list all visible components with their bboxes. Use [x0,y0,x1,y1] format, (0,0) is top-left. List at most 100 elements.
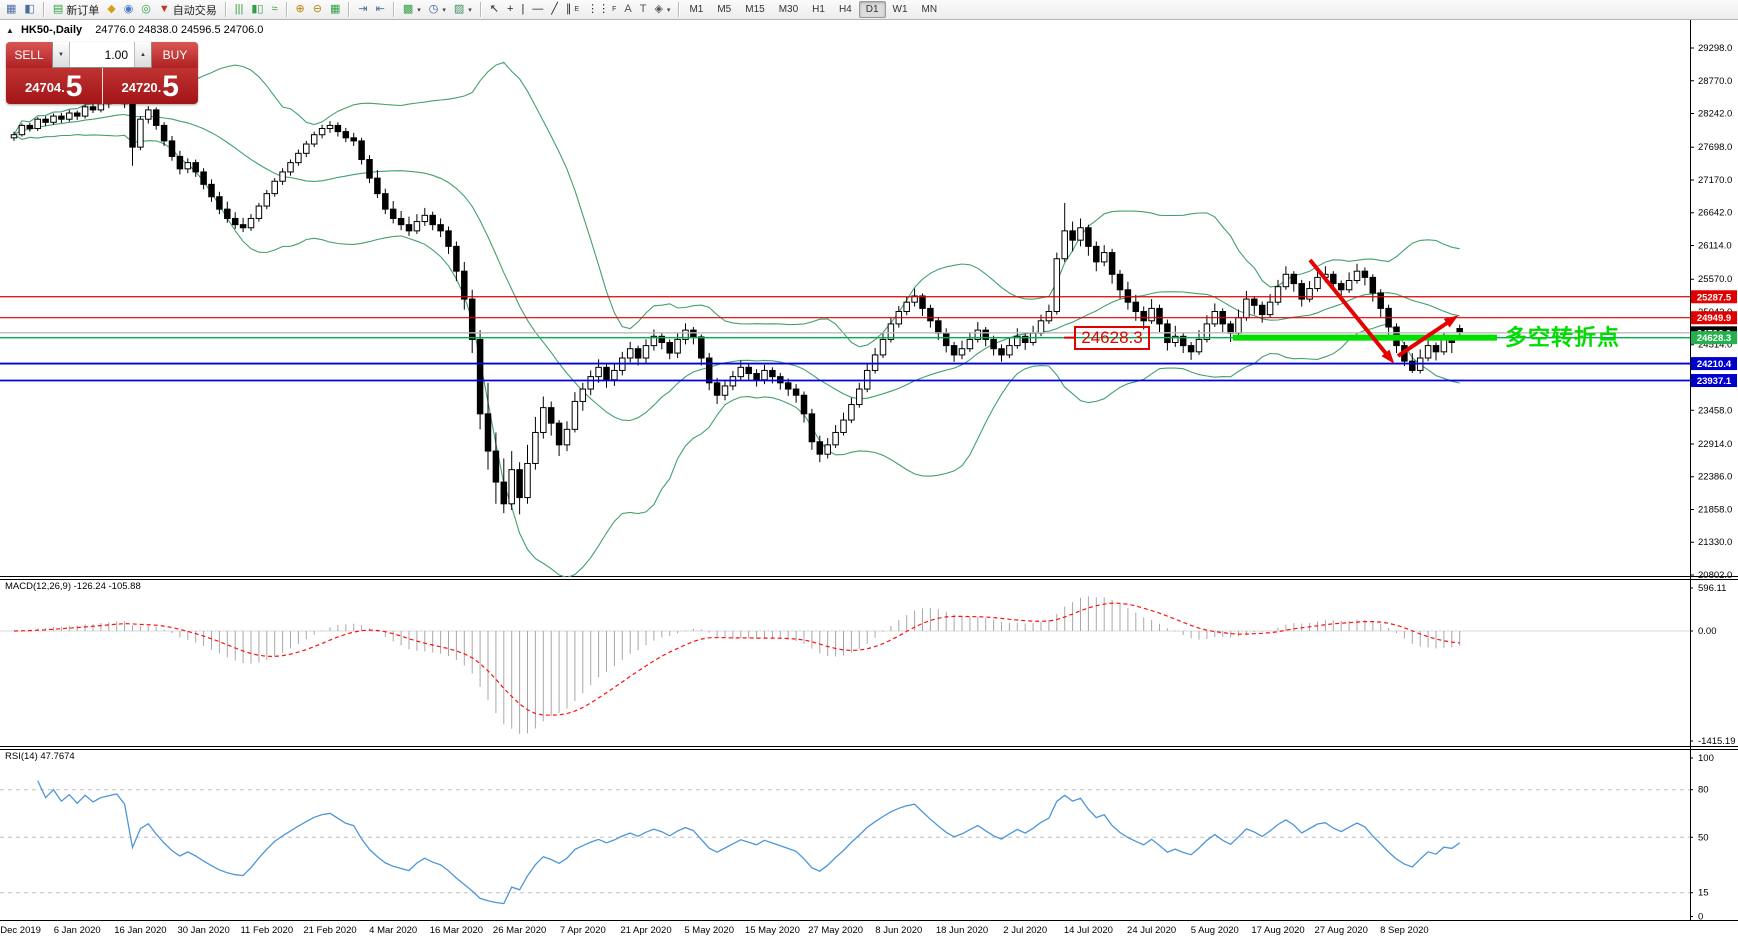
zoom-in-icon[interactable]: ⊕ [292,1,309,18]
date-tick-label: 6 Jan 2020 [54,925,101,936]
candle-body [359,141,365,160]
buy-price-pips: 5 [162,73,179,101]
timeframe-d1-button[interactable]: D1 [859,1,886,18]
candle-body [1362,271,1368,277]
timeframe-w1-button[interactable]: W1 [886,1,915,18]
crosshair-tool-icon: + [507,4,513,15]
candle-body [1086,228,1092,247]
timeframe-m30-button[interactable]: M30 [772,1,805,18]
trendline-tool-icon[interactable]: ╱ [547,1,562,18]
candle-body [904,302,910,311]
candle-body [880,339,886,355]
crosshair-tool-icon[interactable]: + [503,1,517,18]
timeframe-m1-button[interactable]: M1 [682,1,710,18]
candle-body [454,246,460,271]
buy-button[interactable]: BUY [152,42,198,68]
chevron-down-icon[interactable]: ▾ [468,6,472,14]
rsi-pane[interactable] [0,781,1690,904]
period-icon: ◷ [429,4,439,15]
volume-increase-button[interactable]: ▲ [134,42,151,67]
chevron-down-icon[interactable]: ▾ [417,6,421,14]
candle-body [635,349,641,358]
fibonacci-tool-icon[interactable]: ⋮⋮F [583,1,620,18]
candle-body [533,432,539,463]
signals-icon: ◎ [141,4,151,15]
bar-chart-mode-icon[interactable]: ||| [231,1,248,18]
candle-body [1236,318,1242,334]
volume-input[interactable] [70,47,134,63]
candle-body [1133,302,1139,311]
timeframe-h1-button[interactable]: H1 [805,1,832,18]
horizontal-line-tool-icon[interactable]: — [528,1,547,18]
autotrading-button[interactable]: ▼自动交易 [155,1,221,18]
charts-window-icon[interactable]: ▦ [2,1,20,18]
new-order-button[interactable]: ▤新订单 [49,1,103,18]
date-tick-label: 15 May 2020 [745,925,800,936]
turning-point-bar[interactable] [1233,335,1497,341]
down-arrow-annotation[interactable] [1310,260,1394,364]
auto-scroll-icon[interactable]: ⇥ [354,1,371,18]
new-chart-icon[interactable]: ▩▾ [399,1,425,18]
date-tick-label: 2 Jul 2020 [1003,925,1047,936]
period-icon[interactable]: ◷▾ [425,1,450,18]
template-icon[interactable]: ▨▾ [450,1,476,18]
timeframe-m5-button[interactable]: M5 [710,1,738,18]
candle-body [738,367,744,376]
zoom-out-icon[interactable]: ⊖ [309,1,326,18]
macd-value: -126.24 [74,581,106,592]
shapes-tool-icon[interactable]: ◈▾ [650,1,674,18]
signals-icon[interactable]: ◎ [137,1,155,18]
text-tool-icon[interactable]: A [620,1,635,18]
candle-body [146,110,152,119]
chevron-down-icon[interactable]: ▾ [667,6,671,14]
support-level-label[interactable]: 24628.3 [1074,326,1150,350]
text-tool-icon: A [624,4,631,15]
chart-shift-icon[interactable]: ⇤ [372,1,389,18]
cursor-tool-icon[interactable]: ↖ [486,1,503,18]
turning-point-label[interactable]: 多空转折点 [1505,320,1620,352]
candle-body [1054,259,1060,312]
metaeditor-icon[interactable]: ◆ [103,1,119,18]
candle-body [1433,346,1439,352]
price-tick-label: 27170.0 [1698,175,1732,186]
macd-pane[interactable] [0,596,1690,733]
candle-body [1109,253,1115,275]
candle-body [1252,299,1258,305]
vertical-line-tool-icon[interactable]: | [517,1,528,18]
chevron-down-icon[interactable]: ▾ [442,6,446,14]
candle-body [351,138,357,141]
candle-body [1101,253,1107,262]
macd-name: MACD(12,26,9) [5,581,71,592]
candle-body [319,129,325,135]
candle-body [580,389,586,401]
tile-windows-icon[interactable]: ▦ [326,1,344,18]
candle-body [1283,274,1289,286]
chart-canvas[interactable]: 29298.028770.028242.027698.027170.026642… [0,0,1738,937]
label-tool-icon[interactable]: T [636,1,651,18]
candlestick-mode-icon[interactable]: ▮▯ [247,1,267,18]
community-icon[interactable]: ◉ [120,1,138,18]
volume-decrease-button[interactable]: ▼ [53,42,70,67]
candlestick-mode-icon: ▮▯ [251,4,263,15]
data-window-icon[interactable]: ◧ [20,1,38,18]
candle-body [991,339,997,348]
collapse-panel-icon[interactable]: ▲ [6,26,14,35]
candle-body [130,104,136,147]
timeframe-m15-button[interactable]: M15 [738,1,771,18]
buy-price[interactable]: 24720 . 5 [103,68,199,104]
timeframe-mn-button[interactable]: MN [915,1,945,18]
main-price-pane[interactable] [0,62,1690,577]
candle-body [872,355,878,371]
line-chart-mode-icon[interactable]: ≈ [267,1,281,18]
candle-body [1244,299,1250,318]
candle-body [770,370,776,376]
candle-body [446,231,452,247]
timeframe-h4-button[interactable]: H4 [832,1,859,18]
sell-price[interactable]: 24704 . 5 [6,68,103,104]
candle-body [817,442,823,454]
price-tick-label: 25570.0 [1698,274,1732,285]
candle-body [509,470,515,504]
price-tick-label: 21858.0 [1698,504,1732,515]
channel-tool-icon[interactable]: ∥E [562,1,583,18]
sell-button[interactable]: SELL [6,42,52,68]
